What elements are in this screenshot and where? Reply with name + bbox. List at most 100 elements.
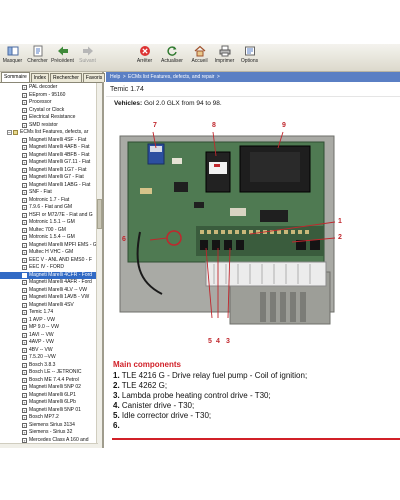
divider (112, 438, 400, 440)
tree-item-label: Magneti Marelli G7.11 - Fiat (29, 159, 91, 165)
tree-item[interactable]: ? 7.9.6 - Fiat and GM (0, 204, 102, 212)
tree-item[interactable]: ? 1AVI -- VW (0, 332, 102, 340)
tree-item[interactable]: ? Motronic 1.7 - Fiat (0, 197, 102, 205)
tree-item[interactable]: ? Magneti Marelli 6LPb (0, 399, 102, 407)
tab-favorites[interactable]: Favoris (82, 73, 106, 82)
breadcrumb-item-help[interactable]: Help (110, 74, 120, 80)
tree-item[interactable]: ? EEprom - 95160 (0, 92, 102, 100)
tab-index[interactable]: Index (30, 73, 50, 82)
tree-item[interactable]: ? 7.5.20 --VW (0, 354, 102, 362)
tree-item[interactable]: ? Motronic 1.5.4 -- GM (0, 234, 102, 242)
page-icon: ? (22, 265, 27, 271)
tree-item-label: Crystal or Clock (29, 106, 65, 113)
tree-item[interactable]: ? Magneti Marelli 1G7 - Fiat (0, 167, 102, 175)
tree-item[interactable]: ? Magneti Marelli 4SV (0, 302, 102, 310)
tree-item[interactable]: ? SMD resistor (0, 122, 102, 130)
tree-item[interactable]: ? Magneti Marelli 1AVB - VW (0, 294, 102, 302)
tree-item[interactable]: ? Magneti Marelli G7 - Fiat (0, 174, 102, 182)
page-icon: ? (22, 257, 27, 263)
tree-item-label: Temic 1.74 (29, 309, 54, 315)
component-item: 3. Lambda probe heating control drive - … (113, 391, 271, 400)
tree-item[interactable]: ? EEC IV - FORD (0, 264, 102, 272)
tree-item-label: 1AVI -- VW (29, 331, 54, 338)
tree-item-label: Magneti Marelli 4AFR - Ford (29, 279, 92, 285)
navigation-pane: Sommaire Index Rechercher Favoris ? PAL d… (0, 72, 106, 451)
tree-item[interactable]: ? Magneti Marelli 4BFB - Fiat (0, 152, 102, 160)
tree-item[interactable]: ? Magneti Marelli MPFI EMS - GM (0, 242, 102, 250)
tree-item[interactable]: ? Multec 700 - GM (0, 227, 102, 235)
options-button[interactable]: Options (237, 44, 262, 71)
tree-item[interactable]: ? Magneti Marelli 6LP1 (0, 392, 102, 400)
tree-item[interactable]: ? Siemens Sirius 3134 (0, 422, 102, 430)
tree-item[interactable]: ? 1 AVP - VW (0, 317, 102, 325)
scrollbar-thumb[interactable] (97, 199, 102, 229)
tree-item[interactable]: ? Electrical Resistance (0, 114, 102, 122)
tree-item[interactable]: ? Multec H VHC - GM (0, 249, 102, 257)
tree-item[interactable]: ? SNF - Fiat (0, 189, 102, 197)
tree-item[interactable]: ? Magneti Marelli 5NP 01 (0, 407, 102, 415)
blank-area (0, 448, 400, 500)
page-icon: ? (22, 392, 27, 398)
tree-item-label: Magneti Marelli 1G7 - Fiat (29, 166, 87, 173)
tree-item-label: Magneti Marelli 4AFB - Fiat (29, 144, 90, 150)
page-icon: ? (22, 205, 27, 211)
tree-item[interactable]: ? Crystal or Clock (0, 107, 102, 115)
tree-item-label: Magneti Marelli 1AVB - VW (29, 294, 90, 300)
tree-item[interactable]: ? Siemens - Sirius 32 (0, 429, 102, 437)
tree-item[interactable]: ? Bosch ME 7.4.4 Petrol (0, 377, 102, 385)
page-icon: ? (22, 437, 27, 443)
tree-item-label: Siemens Sirius 3134 (29, 421, 75, 428)
tab-contents[interactable]: Sommaire (1, 72, 30, 82)
tree-item-label: Magneti Marelli 6LPb (29, 399, 76, 405)
tree-item-label: Magneti Marelli 5NP 01 (29, 406, 81, 413)
tree-item[interactable]: ? Magneti Marelli 4AFR - Ford (0, 279, 102, 287)
collapse-icon[interactable]: − (7, 130, 12, 136)
tree-item[interactable]: ? Bosch MP7.2 (0, 414, 102, 422)
page-icon: ? (22, 287, 27, 293)
tree-item[interactable]: ? Magneti Marelli G7.11 - Fiat (0, 159, 102, 167)
book-icon (13, 130, 18, 136)
page-icon: ? (22, 325, 27, 331)
breadcrumb-item-ecms[interactable]: ECMs list Features, defects, and repair (128, 74, 214, 80)
tree-item[interactable]: ? Bosch 3.8.3 (0, 362, 102, 370)
components-heading: Main components (113, 360, 182, 369)
tree-item[interactable]: ? Bosch LE -- JETRONIC (0, 369, 102, 377)
vehicles-label: Vehicles: (114, 100, 143, 107)
tree-item[interactable]: − ECMs list Features, defects, ar (0, 129, 102, 137)
print-button[interactable]: Imprimer (212, 44, 237, 71)
tree-item[interactable]: ? MP 9.0 -- VW (0, 324, 102, 332)
tab-search[interactable]: Rechercher (50, 73, 82, 82)
page-icon: ? (22, 250, 27, 256)
tree-item[interactable]: ? Magneti Marelli 1ABG - Fiat (0, 182, 102, 190)
tree-item[interactable]: ? 4AVP - VW (0, 339, 102, 347)
callout-6: 6 (122, 236, 126, 243)
tree-item[interactable]: ? Processor (0, 99, 102, 107)
tree-item[interactable]: ? HSFI or M72/7E - Fiat and G (0, 212, 102, 220)
locate-button[interactable]: Chercher (25, 44, 50, 71)
tree-item[interactable]: ? EEC V - ANL AND EMS0 - F (0, 257, 102, 265)
tree-item-label: Motronic 1.5.4 -- GM (29, 234, 75, 240)
back-button[interactable]: Précédent (50, 44, 75, 71)
forward-button[interactable]: Suivant (75, 44, 100, 71)
tree-item[interactable]: ? Magneti Marelli 4AFB - Fiat (0, 144, 102, 152)
home-button[interactable]: Accueil (187, 44, 212, 71)
callout-7: 7 (153, 122, 157, 129)
tree-item[interactable]: ? Magneti Marelli 4LV -- VW (0, 287, 102, 295)
tree-item[interactable]: ? Motronic 1.5.1 -- GM (0, 219, 102, 227)
stop-button[interactable]: Arrêter (132, 44, 157, 71)
tree-item[interactable]: ? Magneti Marelli 4SF - Fiat (0, 137, 102, 145)
tree-item[interactable]: ? PAL decoder (0, 84, 102, 92)
page-icon: ? (22, 302, 27, 308)
page-icon: ? (22, 407, 27, 413)
tree-item[interactable]: ? Temic 1.74 (0, 309, 102, 317)
tree-item[interactable]: ? Magneti Marelli 5NP 02 (0, 384, 102, 392)
page-icon: ? (22, 160, 27, 166)
main-components: Main components 1. TLE 4216 G - Drive re… (113, 360, 393, 431)
tree-item-label: EEC V - ANL AND EMS0 - F (29, 256, 92, 263)
page-icon: ? (22, 332, 27, 338)
refresh-button[interactable]: Actualiser (157, 44, 187, 71)
hide-button[interactable]: Masquer (0, 44, 25, 71)
tree-item[interactable]: ? Magneti Marelli 4CFR - Ford (0, 271, 102, 279)
tree-item[interactable]: ? 4BV -- VW (0, 347, 102, 355)
tree-vertical-scrollbar[interactable] (96, 83, 102, 448)
